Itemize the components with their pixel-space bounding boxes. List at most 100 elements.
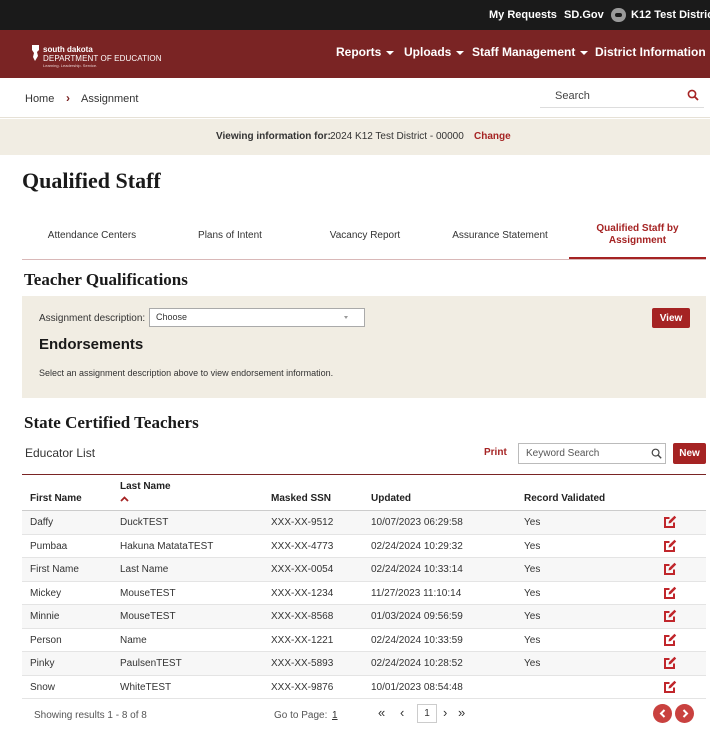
cell-updated: 01/03/2024 09:56:59 — [371, 611, 463, 622]
logo-line-2: DEPARTMENT OF EDUCATION — [43, 54, 162, 63]
chevron-down-icon — [344, 316, 348, 319]
col-masked-ssn[interactable]: Masked SSN — [271, 493, 331, 504]
cell-masked-ssn: XXX-XX-1234 — [271, 587, 334, 599]
nav-reports[interactable]: Reports — [336, 45, 395, 59]
my-requests-link[interactable]: My Requests — [489, 9, 557, 21]
assignment-panel: Assignment description: Choose View Endo… — [22, 296, 706, 398]
cell-last-name: DuckTEST — [120, 517, 169, 528]
main-navbar: south dakota DEPARTMENT OF EDUCATION Lea… — [0, 30, 710, 78]
cell-masked-ssn: XXX-XX-0054 — [271, 564, 334, 575]
sd-state-shape-icon — [31, 44, 40, 66]
current-page[interactable]: 1 — [417, 704, 437, 723]
next-circle-icon[interactable] — [675, 704, 694, 723]
cell-last-name: MouseTEST — [120, 587, 176, 599]
col-updated[interactable]: Updated — [371, 493, 411, 504]
cell-record-validated: Yes — [524, 587, 541, 599]
sd-gov-link[interactable]: SD.Gov — [564, 9, 604, 21]
change-district-link[interactable]: Change — [474, 131, 511, 142]
cell-first-name: Pinky — [30, 658, 55, 669]
edit-icon[interactable] — [663, 633, 677, 647]
prev-page-icon[interactable]: ‹ — [400, 705, 404, 721]
nav-district-information[interactable]: District Information — [595, 45, 710, 59]
search-input[interactable] — [540, 86, 680, 106]
new-educator-button[interactable]: New — [673, 443, 706, 464]
nav-staff-management[interactable]: Staff Management — [472, 45, 589, 59]
cell-updated: 10/01/2023 08:54:48 — [371, 681, 463, 693]
viewing-value: 2024 K12 Test District - 00000 — [330, 131, 464, 142]
cell-updated: 02/24/2024 10:29:32 — [371, 540, 463, 552]
tab-assurance-statement[interactable]: Assurance Statement — [432, 212, 568, 258]
edit-icon[interactable] — [663, 539, 677, 553]
cell-updated: 10/07/2023 06:29:58 — [371, 517, 463, 528]
edit-icon[interactable] — [663, 562, 677, 576]
col-last-name[interactable]: Last Name — [120, 481, 171, 492]
go-to-page-label: Go to Page: — [274, 710, 328, 721]
cell-first-name: Minnie — [30, 611, 60, 622]
edit-icon[interactable] — [663, 586, 677, 600]
tab-vacancy-report[interactable]: Vacancy Report — [298, 212, 432, 258]
tab-attendance-centers[interactable]: Attendance Centers — [22, 212, 162, 258]
user-avatar-icon[interactable] — [611, 8, 626, 22]
last-page-icon[interactable]: » — [458, 705, 465, 721]
table-row[interactable]: Daffy DuckTEST XXX-XX-9512 10/07/2023 06:29… — [22, 511, 706, 535]
print-link[interactable]: Print — [484, 447, 507, 458]
chevron-down-icon — [456, 50, 465, 55]
table-row[interactable]: Minnie MouseTEST XXX-XX-8568 01/03/2024 09:… — [22, 605, 706, 629]
edit-icon[interactable] — [663, 680, 677, 694]
chevron-down-icon — [580, 50, 589, 55]
breadcrumb-home[interactable]: Home — [25, 93, 54, 105]
district-user-menu[interactable]: K12 Test District — [631, 9, 710, 21]
table-header: First Name Last Name Masked SSN Updated … — [22, 475, 706, 511]
table-row[interactable]: Snow WhiteTEST XXX-XX-9876 10/01/2023 08:54… — [22, 676, 706, 699]
cell-first-name: First Name — [30, 564, 79, 575]
cell-record-validated: Yes — [524, 564, 541, 575]
assignment-select[interactable]: Choose — [149, 308, 365, 327]
keyword-search-input[interactable] — [519, 444, 637, 463]
cell-masked-ssn: XXX-XX-5893 — [271, 658, 334, 669]
endorsements-note: Select an assignment description above t… — [39, 368, 334, 378]
logo-tagline: Learning. Leadership. Service. — [43, 63, 98, 68]
cell-first-name: Mickey — [30, 587, 62, 599]
edit-icon[interactable] — [663, 515, 677, 529]
site-search — [540, 86, 704, 108]
pagination: Showing results 1 - 8 of 8 Go to Page: 1… — [22, 700, 706, 730]
teacher-qualifications-heading: Teacher Qualifications — [24, 270, 188, 289]
educator-table: First Name Last Name Masked SSN Updated … — [22, 474, 706, 699]
table-row[interactable]: Person Name XXX-XX-1221 02/24/2024 10:33:59… — [22, 629, 706, 652]
cell-last-name: MouseTEST — [120, 611, 176, 622]
cell-record-validated: Yes — [524, 517, 541, 528]
col-first-name[interactable]: First Name — [30, 493, 82, 504]
edit-icon[interactable] — [663, 609, 677, 623]
cell-record-validated: Yes — [524, 611, 541, 622]
keyword-search — [518, 443, 666, 464]
viewing-info-bar: Viewing information for: 2024 K12 Test D… — [0, 119, 710, 155]
table-row[interactable]: Pinky PaulsenTEST XXX-XX-5893 02/24/2024 10… — [22, 652, 706, 676]
nav-uploads[interactable]: Uploads — [404, 45, 465, 59]
sort-ascending-icon[interactable] — [120, 494, 129, 502]
table-row[interactable]: Mickey MouseTEST XXX-XX-1234 11/27/2023 11:… — [22, 582, 706, 605]
col-record-validated[interactable]: Record Validated — [524, 493, 605, 504]
next-page-icon[interactable]: › — [443, 705, 447, 721]
tab-plans-of-intent[interactable]: Plans of Intent — [162, 212, 298, 258]
tab-qualified-staff-by-assignment[interactable]: Qualified Staff by Assignment — [569, 212, 706, 259]
educator-list-title: Educator List — [25, 446, 96, 460]
prev-circle-icon[interactable] — [653, 704, 672, 723]
search-icon[interactable] — [651, 448, 662, 459]
view-button[interactable]: View — [652, 308, 690, 328]
cell-masked-ssn: XXX-XX-1221 — [271, 634, 334, 646]
sd-education-logo[interactable]: south dakota DEPARTMENT OF EDUCATION Lea… — [31, 44, 171, 68]
table-row[interactable]: Pumbaa Hakuna MatataTEST XXX-XX-4773 02/24/… — [22, 535, 706, 558]
endorsements-heading: Endorsements — [39, 336, 144, 353]
first-page-icon[interactable]: « — [378, 705, 385, 721]
cell-record-validated: Yes — [524, 540, 541, 552]
cell-masked-ssn: XXX-XX-8568 — [271, 611, 334, 622]
cell-last-name: WhiteTEST — [120, 681, 172, 693]
chevron-down-icon — [386, 50, 395, 55]
table-row[interactable]: First Name Last Name XXX-XX-0054 02/24/2024… — [22, 558, 706, 582]
cell-first-name: Person — [30, 634, 62, 646]
edit-icon[interactable] — [663, 656, 677, 670]
go-to-page-input[interactable]: 1 — [332, 710, 338, 721]
cell-updated: 02/24/2024 10:28:52 — [371, 658, 463, 669]
search-icon[interactable] — [687, 89, 699, 101]
table-body: Daffy DuckTEST XXX-XX-9512 10/07/2023 06:29… — [22, 511, 706, 699]
